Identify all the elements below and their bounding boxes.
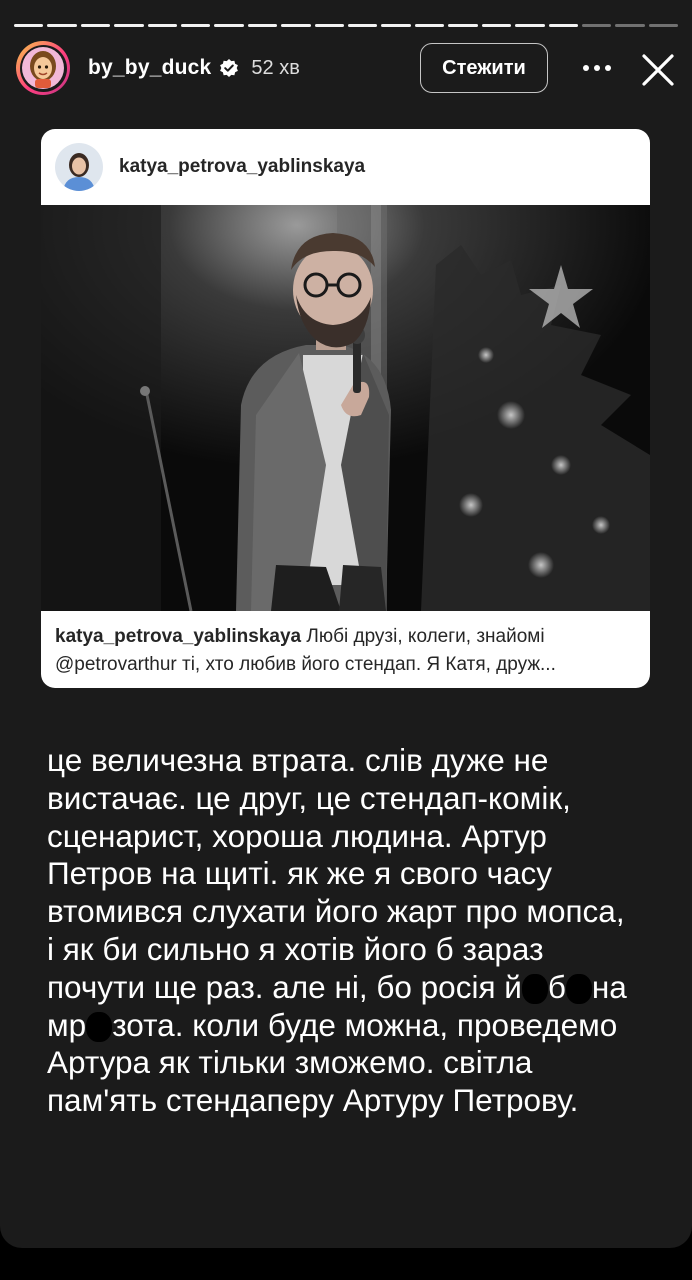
progress-segment xyxy=(448,24,478,27)
shared-post-card[interactable]: katya_petrova_yablinskaya katya_petrova_… xyxy=(41,129,650,688)
progress-segment xyxy=(581,24,612,27)
shared-post-photo xyxy=(41,205,650,611)
progress-segment xyxy=(648,24,679,27)
story-text-line: почути ще раз. але ні, бо росія й б на xyxy=(47,969,667,1007)
caption-text-line2: @petrovarthur ті, хто любив його стендап… xyxy=(55,654,556,675)
story-text-overlay: це величезна втрата. слів дуже не вистач… xyxy=(47,742,667,1120)
shared-post-caption: katya_petrova_yablinskaya Любі друзі, ко… xyxy=(41,611,650,687)
story-text-line: Петров на щиті. як же я свого часу xyxy=(47,855,553,892)
caption-username[interactable]: katya_petrova_yablinskaya xyxy=(55,626,301,647)
progress-segment xyxy=(147,24,178,27)
story-text-fragment: зота. коли буде можна, проведемо xyxy=(112,1006,618,1043)
avatar[interactable] xyxy=(16,41,70,95)
story-text-line: сценарист, хороша людина. Артур xyxy=(47,817,547,854)
progress-segment xyxy=(314,24,345,27)
story-text-line: втомився слухати його жарт про мопса, xyxy=(47,893,625,930)
progress-segment xyxy=(114,24,144,27)
story-username[interactable]: by_by_duck xyxy=(88,56,211,80)
progress-segment xyxy=(80,24,111,27)
story-progress-bar xyxy=(14,24,679,27)
progress-segment xyxy=(247,24,278,27)
progress-segment xyxy=(214,24,244,27)
censor-blot xyxy=(565,973,592,1004)
progress-segment xyxy=(414,24,445,27)
story-viewer[interactable]: by_by_duck 52 хв Стежити katya_petrova_y… xyxy=(0,0,692,1248)
story-text-fragment: почути ще раз. але ні, бо росія й xyxy=(47,968,522,1005)
progress-segment xyxy=(47,24,77,27)
close-icon[interactable] xyxy=(638,50,678,90)
censor-blot xyxy=(521,973,548,1004)
story-text-fragment: мр xyxy=(47,1006,87,1043)
progress-segment xyxy=(14,24,44,27)
story-text-fragment: б xyxy=(547,968,566,1005)
progress-segment xyxy=(515,24,545,27)
cartoon-avatar-icon xyxy=(19,44,67,92)
follow-button[interactable]: Стежити xyxy=(420,43,548,93)
progress-segment xyxy=(348,24,378,27)
post-author-avatar[interactable] xyxy=(55,143,103,191)
censor-blot xyxy=(86,1011,113,1042)
story-text-line: пам'ять стендаперу Артуру Петрову. xyxy=(47,1082,579,1119)
more-dots-icon[interactable] xyxy=(579,50,615,86)
story-text-line: вистачає. це друг, це стендап-комік, xyxy=(47,779,571,816)
progress-segment xyxy=(615,24,645,27)
story-text-line: це величезна втрата. слів дуже не xyxy=(47,742,549,778)
shared-post-author[interactable]: katya_petrova_yablinskaya xyxy=(119,156,365,178)
progress-segment xyxy=(381,24,411,27)
progress-segment xyxy=(281,24,311,27)
story-text-fragment: на xyxy=(591,968,627,1005)
story-text-line: мр зота. коли буде можна, проведемо xyxy=(47,1007,667,1045)
story-text-line: Артура як тільки зможемо. світла xyxy=(47,1044,533,1081)
shared-post-header: katya_petrova_yablinskaya xyxy=(41,129,650,205)
caption-text-line1: Любі друзі, колеги, знайомі xyxy=(301,626,545,647)
story-text-line: і як би сильно я хотів його б зараз xyxy=(47,930,544,967)
progress-segment xyxy=(481,24,512,27)
story-header: by_by_duck 52 хв Стежити xyxy=(16,40,676,96)
verified-badge-icon xyxy=(219,58,239,78)
progress-segment xyxy=(548,24,578,27)
progress-segment xyxy=(181,24,211,27)
story-timestamp: 52 хв xyxy=(251,56,300,79)
